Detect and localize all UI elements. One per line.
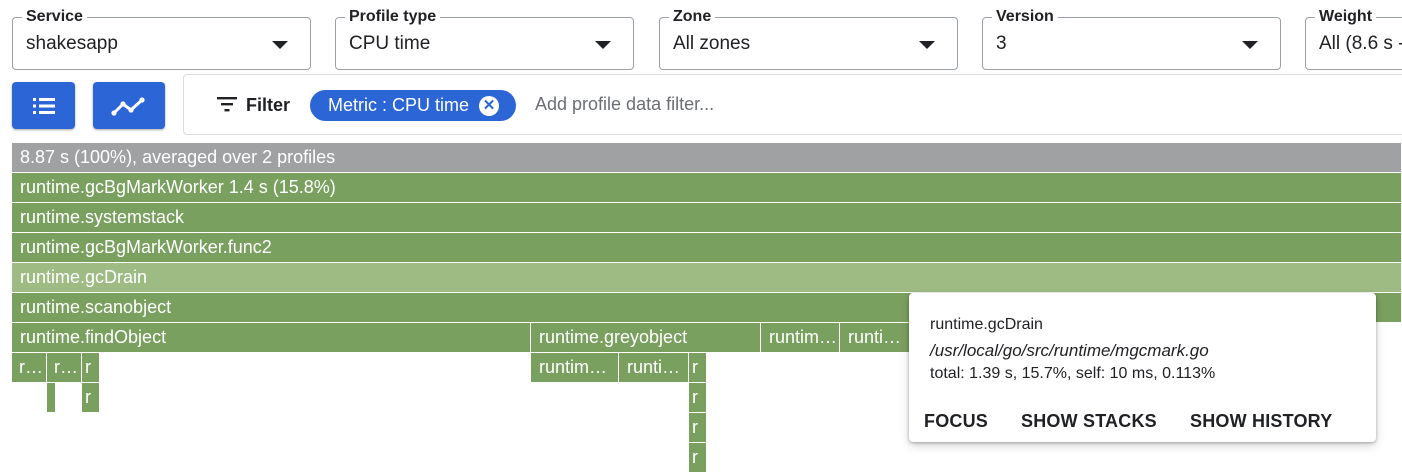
flame-frame[interactable]: runtime.gcBgMarkWorker.func2 [12,233,1402,262]
version-label: Version [992,7,1058,27]
flame-frame[interactable]: runtim… [531,353,619,382]
flame-frame[interactable]: r [689,413,707,442]
service-select[interactable]: Service shakesapp [12,7,311,70]
version-select[interactable]: Version 3 [982,7,1281,70]
filter-icon [217,97,237,112]
show-history-button[interactable]: SHOW HISTORY [1190,411,1332,432]
dropdown-arrow-icon [272,41,288,49]
show-stacks-button[interactable]: SHOW STACKS [1021,411,1157,432]
profile-type-value: CPU time [349,33,431,54]
dropdown-arrow-icon [1242,41,1258,49]
dropdown-arrow-icon [919,41,935,49]
flame-frame[interactable]: runtime.systemstack [12,203,1402,232]
metric-filter-chip[interactable]: Metric : CPU time ✕ [310,90,516,121]
flame-frame[interactable]: r [82,353,100,382]
profile-type-label: Profile type [345,7,441,27]
flame-frame-highlighted[interactable]: runtime.gcDrain [12,263,1402,292]
flame-frame[interactable]: r… [12,353,47,382]
flame-frame[interactable]: r [689,383,707,412]
tooltip-function-name: runtime.gcDrain [930,316,1043,333]
zone-value: All zones [673,33,751,54]
weight-value: All (8.6 s - [1319,33,1402,54]
metric-chip-label: Metric : CPU time [328,95,470,115]
flame-frame[interactable] [47,383,56,412]
profile-type-select[interactable]: Profile type CPU time [335,7,634,70]
flame-frame[interactable]: runti… [619,353,689,382]
filter-label: Filter [246,95,291,115]
close-icon[interactable]: ✕ [479,95,500,116]
dropdown-arrow-icon [595,41,611,49]
flame-frame[interactable]: r [689,443,707,472]
focus-button[interactable]: FOCUS [924,411,988,432]
service-value: shakesapp [26,33,118,54]
flame-frame[interactable]: runtime.findObject [12,323,531,352]
frame-details-tooltip: runtime.gcDrain /usr/local/go/src/runtim… [909,293,1376,442]
trend-line-icon [111,96,145,116]
list-icon [32,97,55,114]
flame-frame[interactable]: r… [47,353,82,382]
flame-frame[interactable]: runtime.greyobject [531,323,761,352]
version-value: 3 [996,33,1007,54]
trend-view-button[interactable] [93,82,165,129]
flame-frame[interactable]: runti… [840,323,910,352]
flame-frame[interactable]: r [82,383,100,412]
weight-label: Weight [1315,7,1377,27]
tooltip-source-path: /usr/local/go/src/runtime/mgcmark.go [930,341,1209,360]
service-label: Service [22,7,87,27]
zone-select[interactable]: Zone All zones [659,7,958,70]
zone-label: Zone [669,7,716,27]
flame-frame[interactable]: runtim… [761,323,840,352]
filter-bar: Filter Metric : CPU time ✕ [183,74,1402,135]
filter-input[interactable] [535,94,935,115]
flame-frame[interactable]: r [689,353,707,382]
flame-frame[interactable]: runtime.gcBgMarkWorker 1.4 s (15.8%) [12,173,1402,202]
flame-root-frame[interactable]: 8.87 s (100%), averaged over 2 profiles [12,143,1402,172]
tooltip-stats: total: 1.39 s, 15.7%, self: 10 ms, 0.113… [930,365,1216,382]
list-view-button[interactable] [12,82,75,129]
weight-select[interactable]: Weight All (8.6 s - [1305,7,1402,70]
